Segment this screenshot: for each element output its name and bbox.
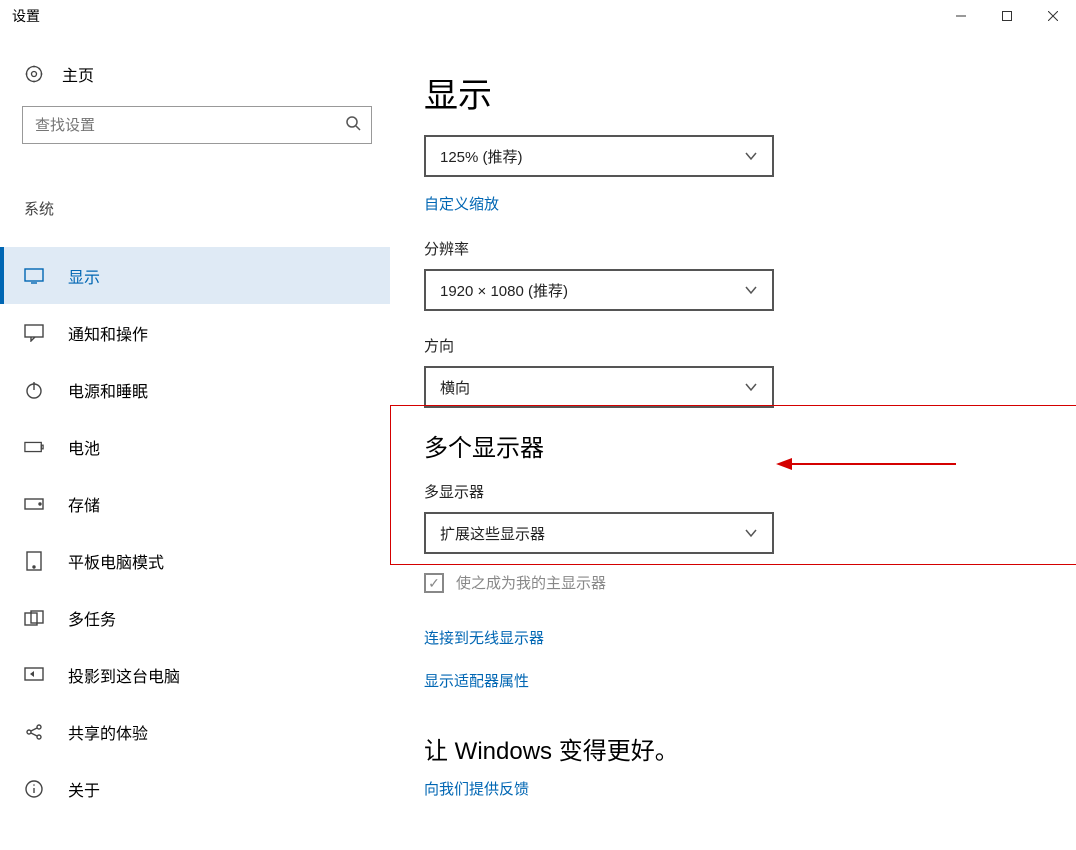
feedback-link[interactable]: 向我们提供反馈 [424,778,1076,799]
multi-display-value: 扩展这些显示器 [440,523,545,544]
search-input[interactable] [22,106,372,144]
chevron-down-icon [744,380,758,394]
share-icon [24,723,44,741]
main-panel: 显示 125% (推荐) 自定义缩放 分辨率 1920 × 1080 (推荐) … [390,32,1076,850]
storage-icon [24,495,44,513]
titlebar: 设置 [0,0,1076,32]
multitask-icon [24,609,44,627]
search-field[interactable] [35,117,345,134]
gear-icon [24,64,44,84]
nav-label: 共享的体验 [68,720,148,744]
window-controls [938,0,1076,32]
chevron-down-icon [744,149,758,163]
nav-label: 关于 [68,777,100,801]
nav-item-storage[interactable]: 存储 [0,475,390,532]
search-icon [345,115,361,135]
orientation-value: 横向 [440,377,470,398]
scale-value: 125% (推荐) [440,146,523,167]
sidebar: 主页 系统 显示 通知和操作 [0,32,390,850]
power-icon [24,381,44,399]
nav-item-multitask[interactable]: 多任务 [0,589,390,646]
multi-display-heading: 多个显示器 [424,428,1076,463]
nav-label: 投影到这台电脑 [68,663,180,687]
nav-list: 显示 通知和操作 电源和睡眠 电池 [0,227,390,817]
category-header: 系统 [0,154,390,227]
message-icon [24,324,44,342]
battery-icon [24,438,44,456]
page-title: 显示 [424,68,1076,117]
nav-label: 存储 [68,492,100,516]
nav-item-tablet[interactable]: 平板电脑模式 [0,532,390,589]
minimize-button[interactable] [938,0,984,32]
resolution-dropdown[interactable]: 1920 × 1080 (推荐) [424,269,774,311]
chevron-down-icon [744,283,758,297]
chevron-down-icon [744,526,758,540]
maximize-button[interactable] [984,0,1030,32]
connect-wireless-link[interactable]: 连接到无线显示器 [424,627,1076,648]
close-button[interactable] [1030,0,1076,32]
nav-item-power[interactable]: 电源和睡眠 [0,361,390,418]
monitor-icon [24,267,44,285]
home-button[interactable]: 主页 [0,52,390,96]
nav-item-about[interactable]: 关于 [0,760,390,817]
nav-item-display[interactable]: 显示 [0,247,390,304]
window-title: 设置 [12,6,40,26]
resolution-value: 1920 × 1080 (推荐) [440,280,568,301]
home-label: 主页 [62,62,94,86]
nav-item-share[interactable]: 共享的体验 [0,703,390,760]
resolution-label: 分辨率 [424,238,1076,259]
info-icon [24,780,44,798]
orientation-dropdown[interactable]: 横向 [424,366,774,408]
checkbox-icon [424,573,444,593]
nav-label: 电源和睡眠 [68,378,148,402]
make-main-checkbox: 使之成为我的主显示器 [424,572,1076,593]
nav-item-project[interactable]: 投影到这台电脑 [0,646,390,703]
better-windows-heading: 让 Windows 变得更好。 [424,731,1076,766]
nav-item-battery[interactable]: 电池 [0,418,390,475]
custom-scaling-link[interactable]: 自定义缩放 [424,193,1076,214]
nav-label: 平板电脑模式 [68,549,164,573]
make-main-label: 使之成为我的主显示器 [456,572,606,593]
nav-label: 显示 [68,264,100,288]
project-icon [24,666,44,684]
multi-display-label: 多显示器 [424,481,1076,502]
orientation-label: 方向 [424,335,1076,356]
scale-dropdown[interactable]: 125% (推荐) [424,135,774,177]
nav-item-notifications[interactable]: 通知和操作 [0,304,390,361]
display-adapter-link[interactable]: 显示适配器属性 [424,670,1076,691]
tablet-icon [24,552,44,570]
nav-label: 通知和操作 [68,321,148,345]
nav-label: 电池 [68,435,100,459]
multi-display-dropdown[interactable]: 扩展这些显示器 [424,512,774,554]
nav-label: 多任务 [68,606,116,630]
